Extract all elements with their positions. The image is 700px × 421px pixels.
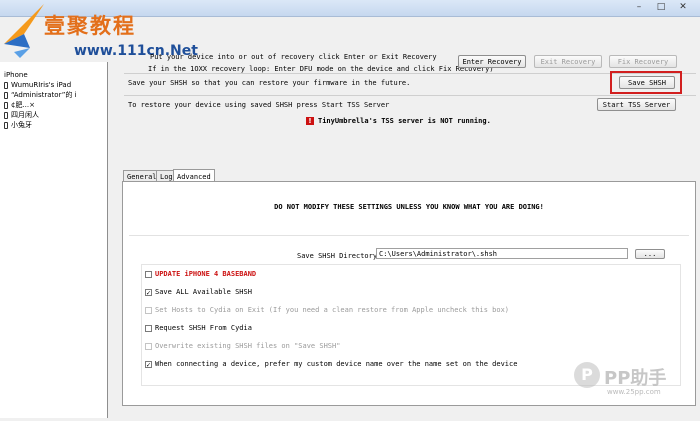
device-item[interactable]: iPhone [4,70,77,80]
sidebar-item-label: “Administrator”的 i [11,91,77,99]
shsh-directory-label: Save SHSH Directory: [297,252,382,260]
browse-button[interactable]: ... [635,249,665,259]
divider [124,95,696,96]
request-shsh-cydia-checkbox[interactable]: Request SHSH From Cydia [145,324,252,332]
phone-icon [4,121,8,129]
checkbox-box[interactable]: ✓ [145,360,152,368]
close-icon[interactable]: ✕ [674,0,692,14]
pp-logo-icon: P [574,362,600,388]
recovery-text: Put your device into or out of recovery … [150,53,437,61]
device-item[interactable]: 四月闲人 [4,110,77,120]
sidebar-item-label: iPhone [4,71,28,79]
enter-recovery-button[interactable]: Enter Recovery [458,55,526,68]
custom-device-name-checkbox[interactable]: ✓ When connecting a device, prefer my cu… [145,360,517,368]
option-label: Save ALL Available SHSH [155,288,252,296]
option-label: Overwrite existing SHSH files on "Save S… [155,342,341,350]
device-item[interactable]: ¢肥...× [4,100,77,110]
save-all-shsh-checkbox[interactable]: ✓ Save ALL Available SHSH [145,288,252,296]
save-shsh-button[interactable]: Save SHSH [619,76,675,89]
start-tss-server-button[interactable]: Start TSS Server [597,98,676,111]
set-hosts-checkbox[interactable]: Set Hosts to Cydia on Exit (If you need … [145,306,509,314]
device-item[interactable]: “Administrator”的 i [4,90,77,100]
option-label: When connecting a device, prefer my cust… [155,360,518,368]
checkbox-box[interactable] [145,342,152,350]
pp-watermark-brand: PP助手 [604,368,667,389]
warning-text: DO NOT MODIFY THESE SETTINGS UNLESS YOU … [274,203,544,211]
option-label: Set Hosts to Cydia on Exit (If you need … [155,306,510,314]
option-label: UPDATE iPHONE 4 BASEBAND [155,270,257,278]
maximize-icon[interactable]: □ [652,0,670,14]
checkbox-box[interactable]: ✓ [145,288,152,296]
option-label: Request SHSH From Cydia [155,324,252,332]
bird-logo-icon [4,4,44,58]
sidebar-item-label: ¢肥...× [11,101,35,109]
tss-status-text: TinyUmbrella's TSS server is NOT running… [318,117,491,125]
phone-icon [4,111,8,119]
checkbox-box[interactable] [145,324,152,332]
sidebar-item-label: WumuRIris's iPad [11,81,72,89]
fix-recovery-button[interactable]: Fix Recovery [609,55,677,68]
device-item[interactable]: 小兔牙 [4,120,77,130]
device-sidebar: iPhone WumuRIris's iPad “Administrator”的… [0,62,108,418]
watermark-brand: 壹聚教程 [44,13,136,38]
device-tree: iPhone WumuRIris's iPad “Administrator”的… [4,70,77,130]
phone-icon [4,81,8,89]
phone-icon [4,91,8,99]
update-baseband-checkbox[interactable]: UPDATE iPHONE 4 BASEBAND [145,270,256,278]
pp-watermark-url: www.25pp.com [607,388,661,396]
save-shsh-text: Save your SHSH so that you can restore y… [128,79,411,87]
overwrite-shsh-checkbox[interactable]: Overwrite existing SHSH files on "Save S… [145,342,340,350]
sidebar-item-label: 四月闲人 [11,111,39,119]
divider [129,235,689,236]
checkbox-box[interactable] [145,270,152,278]
exit-recovery-button[interactable]: Exit Recovery [534,55,602,68]
minimize-icon[interactable]: – [630,0,648,14]
phone-icon [4,101,8,109]
restore-text: To restore your device using saved SHSH … [128,101,390,109]
error-icon: ! [306,117,314,125]
recovery-loop-text: If in the 1OXX recovery loop: Enter DFU … [148,65,494,73]
checkbox-box[interactable] [145,306,152,314]
shsh-directory-input[interactable]: C:\Users\Administrator\.shsh [376,248,628,259]
device-item[interactable]: WumuRIris's iPad [4,80,77,90]
sidebar-item-label: 小兔牙 [11,121,32,129]
